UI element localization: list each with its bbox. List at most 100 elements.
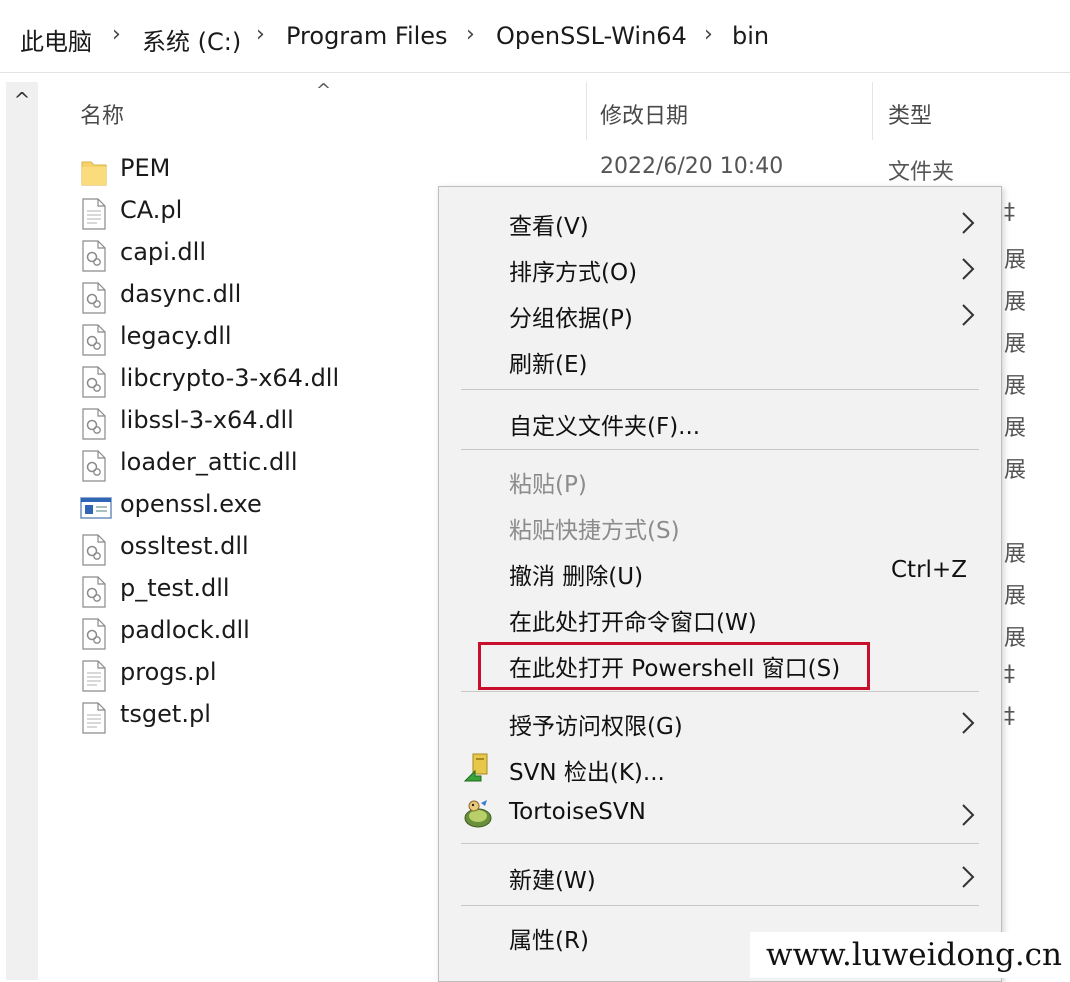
file-type: 文件夹 bbox=[888, 160, 955, 185]
menu-item-view[interactable]: 查看(V) bbox=[439, 199, 1001, 243]
scroll-up-button[interactable]: ^ bbox=[6, 88, 38, 112]
dll-file-icon bbox=[80, 450, 108, 482]
type-peek-text: ‡ bbox=[1004, 200, 1015, 225]
file-name: capi.dll bbox=[120, 238, 207, 266]
breadcrumb-program-files[interactable]: Program Files bbox=[286, 22, 448, 50]
breadcrumb: 此电脑 › 系统 (C:) › Program Files › OpenSSL-… bbox=[0, 0, 1070, 73]
file-name: p_test.dll bbox=[120, 574, 230, 602]
file-name: tsget.pl bbox=[120, 700, 211, 728]
menu-separator bbox=[461, 843, 979, 844]
breadcrumb-separator[interactable]: › bbox=[466, 22, 475, 47]
dll-file-icon bbox=[80, 534, 108, 566]
menu-item-label: 排序方式(O) bbox=[509, 260, 638, 286]
menu-separator bbox=[461, 449, 979, 450]
dll-file-icon bbox=[80, 366, 108, 398]
file-name: ossltest.dll bbox=[120, 532, 249, 560]
text-file-icon bbox=[80, 198, 108, 230]
type-peek-text: 展 bbox=[1004, 248, 1027, 273]
chevron-right-icon bbox=[959, 865, 977, 889]
menu-item-label: SVN 检出(K)... bbox=[509, 760, 665, 786]
watermark: www.luweidong.cn bbox=[750, 932, 1068, 978]
type-peek-text: 展 bbox=[1004, 542, 1027, 567]
chevron-right-icon bbox=[959, 711, 977, 735]
menu-item-label: 自定义文件夹(F)... bbox=[509, 414, 701, 440]
dll-file-icon bbox=[80, 618, 108, 650]
type-peek-text: 展 bbox=[1004, 584, 1027, 609]
file-date: 2022/6/20 10:40 bbox=[600, 154, 784, 179]
text-file-icon bbox=[80, 660, 108, 692]
column-divider[interactable] bbox=[586, 82, 587, 140]
highlight-box bbox=[478, 642, 870, 690]
menu-item-label: 刷新(E) bbox=[509, 352, 588, 378]
breadcrumb-bin[interactable]: bin bbox=[732, 22, 769, 50]
menu-separator bbox=[461, 691, 979, 692]
menu-item-sort[interactable]: 排序方式(O) bbox=[439, 245, 1001, 289]
file-name: PEM bbox=[120, 154, 171, 182]
file-name: CA.pl bbox=[120, 196, 183, 224]
file-name: progs.pl bbox=[120, 658, 217, 686]
type-peek-text: 展 bbox=[1004, 416, 1027, 441]
exe-file-icon bbox=[80, 492, 112, 524]
menu-item-label: 撤消 删除(U) bbox=[509, 564, 644, 590]
chevron-right-icon bbox=[959, 257, 977, 281]
type-peek-text: 展 bbox=[1004, 458, 1027, 483]
type-peek-text: ‡ bbox=[1004, 662, 1015, 687]
menu-separator bbox=[461, 389, 979, 390]
chevron-right-icon bbox=[959, 803, 977, 827]
file-name: openssl.exe bbox=[120, 490, 262, 518]
chevron-right-icon bbox=[959, 303, 977, 327]
breadcrumb-this-pc[interactable]: 此电脑 bbox=[20, 22, 92, 57]
menu-item-label: 属性(R) bbox=[509, 928, 589, 954]
menu-item-label: TortoiseSVN bbox=[509, 799, 646, 825]
context-menu: 查看(V) 排序方式(O) 分组依据(P) 刷新(E) 自定义文件夹(F)... 粘贴(P… bbox=[438, 186, 1002, 982]
menu-item-label: 粘贴快捷方式(S) bbox=[509, 518, 680, 544]
menu-item-label: 在此处打开命令窗口(W) bbox=[509, 610, 757, 636]
column-header-type[interactable]: 类型 bbox=[888, 98, 932, 130]
menu-item-tortoisesvn[interactable]: TortoiseSVN bbox=[439, 791, 1001, 835]
file-name: legacy.dll bbox=[120, 322, 232, 350]
dll-file-icon bbox=[80, 324, 108, 356]
menu-item-group[interactable]: 分组依据(P) bbox=[439, 291, 1001, 335]
type-peek-text: 展 bbox=[1004, 626, 1027, 651]
breadcrumb-separator[interactable]: › bbox=[112, 22, 121, 47]
dll-file-icon bbox=[80, 282, 108, 314]
type-peek-text: 展 bbox=[1004, 290, 1027, 315]
menu-item-label: 分组依据(P) bbox=[509, 306, 633, 332]
column-divider[interactable] bbox=[872, 82, 873, 140]
menu-item-svn-checkout[interactable]: SVN 检出(K)... bbox=[439, 745, 1001, 789]
type-peek-text: ‡ bbox=[1004, 704, 1015, 729]
menu-item-paste-shortcut: 粘贴快捷方式(S) bbox=[439, 503, 1001, 547]
file-name: padlock.dll bbox=[120, 616, 250, 644]
menu-item-new[interactable]: 新建(W) bbox=[439, 853, 1001, 897]
dll-file-icon bbox=[80, 408, 108, 440]
column-header-name[interactable]: 名称 bbox=[80, 98, 124, 130]
menu-item-open-cmd[interactable]: 在此处打开命令窗口(W) bbox=[439, 595, 1001, 639]
menu-separator bbox=[461, 905, 979, 906]
breadcrumb-openssl-win64[interactable]: OpenSSL-Win64 bbox=[496, 22, 687, 50]
menu-item-refresh[interactable]: 刷新(E) bbox=[439, 337, 1001, 381]
column-header-date[interactable]: 修改日期 bbox=[600, 98, 688, 130]
text-file-icon bbox=[80, 702, 108, 734]
menu-item-label: 粘贴(P) bbox=[509, 472, 587, 498]
breadcrumb-separator[interactable]: › bbox=[704, 22, 713, 47]
file-name: libssl-3-x64.dll bbox=[120, 406, 294, 434]
file-name: loader_attic.dll bbox=[120, 448, 298, 476]
chevron-right-icon bbox=[959, 211, 977, 235]
tortoisesvn-icon bbox=[461, 797, 495, 831]
folder-icon bbox=[80, 156, 108, 188]
breadcrumb-separator[interactable]: › bbox=[256, 22, 265, 47]
vertical-scrollbar[interactable]: ^ bbox=[6, 82, 38, 980]
type-peek-text: 展 bbox=[1004, 374, 1027, 399]
file-name: dasync.dll bbox=[120, 280, 242, 308]
menu-item-paste: 粘贴(P) bbox=[439, 457, 1001, 501]
menu-item-label: 查看(V) bbox=[509, 214, 589, 240]
menu-item-label: 新建(W) bbox=[509, 868, 596, 894]
file-name: libcrypto-3-x64.dll bbox=[120, 364, 340, 392]
svn-checkout-icon bbox=[461, 751, 495, 785]
menu-item-customize-folder[interactable]: 自定义文件夹(F)... bbox=[439, 399, 1001, 443]
menu-item-undo-delete[interactable]: 撤消 删除(U) Ctrl+Z bbox=[439, 549, 1001, 593]
sort-ascending-icon: ^ bbox=[316, 80, 332, 101]
menu-item-grant-access[interactable]: 授予访问权限(G) bbox=[439, 699, 1001, 743]
type-peek-text: 展 bbox=[1004, 332, 1027, 357]
breadcrumb-system-c[interactable]: 系统 (C:) bbox=[142, 22, 241, 57]
